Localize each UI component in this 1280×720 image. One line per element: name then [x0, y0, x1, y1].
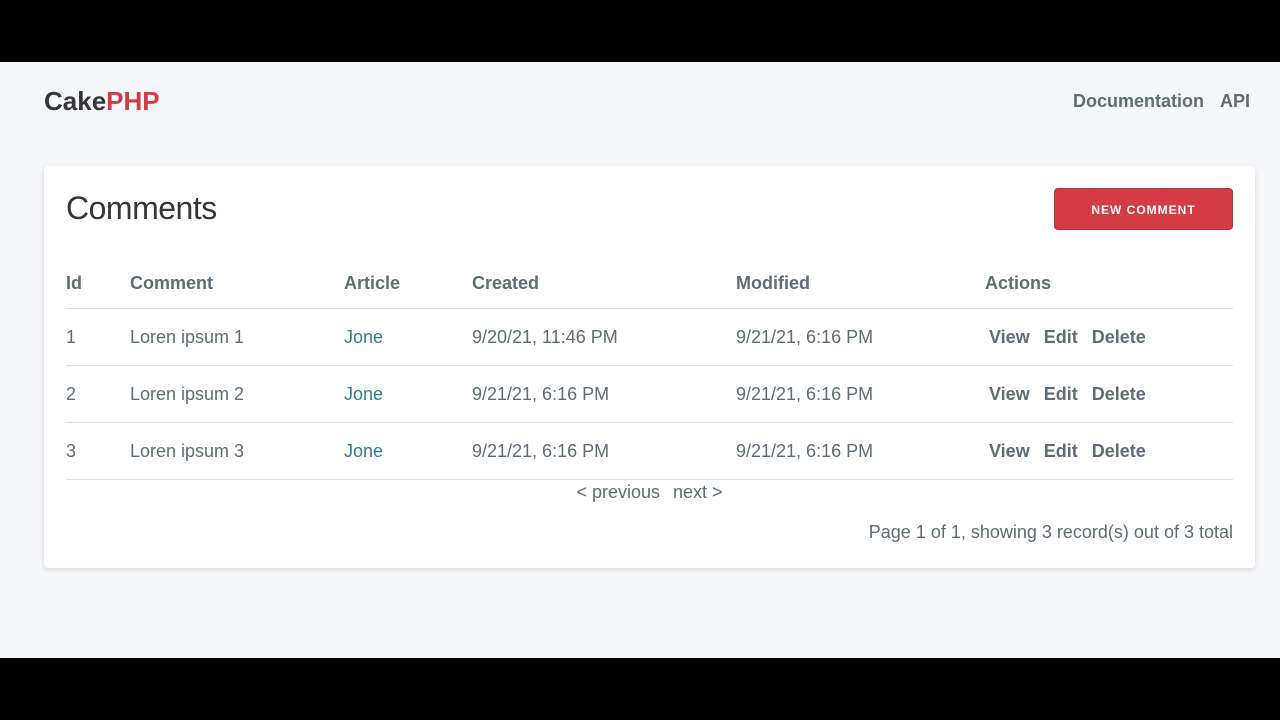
- brand-cake: Cake: [44, 86, 107, 116]
- table-header-row: Id Comment Article Created Modified Acti…: [66, 258, 1233, 309]
- delete-link[interactable]: Delete: [1092, 441, 1146, 461]
- edit-link[interactable]: Edit: [1044, 441, 1078, 461]
- header-id[interactable]: Id: [66, 258, 130, 309]
- cell-modified: 9/21/21, 6:16 PM: [736, 365, 985, 423]
- pagination-info: Page 1 of 1, showing 3 record(s) out of …: [868, 522, 1233, 542]
- article-link[interactable]: Jone: [344, 384, 383, 404]
- delete-link[interactable]: Delete: [1092, 384, 1146, 404]
- brand-php: PHP: [106, 86, 160, 116]
- header-comment[interactable]: Comment: [130, 258, 344, 309]
- previous-page-link[interactable]: < previous: [576, 482, 660, 502]
- pagination: < previous next >: [44, 482, 1255, 503]
- header-actions: Actions: [985, 258, 1233, 309]
- next-page-link[interactable]: next >: [673, 482, 723, 502]
- brand-logo[interactable]: CakePHP: [44, 84, 160, 118]
- view-link[interactable]: View: [989, 441, 1030, 461]
- cell-modified: 9/21/21, 6:16 PM: [736, 422, 985, 480]
- cell-article: Jone: [344, 308, 472, 366]
- view-link[interactable]: View: [989, 327, 1030, 347]
- cell-comment: Loren ipsum 3: [130, 422, 344, 480]
- comments-card: Comments NEW COMMENT Id Comment Article …: [44, 166, 1255, 568]
- delete-link[interactable]: Delete: [1092, 327, 1146, 347]
- table-row: 2 Loren ipsum 2 Jone 9/21/21, 6:16 PM 9/…: [66, 365, 1233, 423]
- cell-actions: View Edit Delete: [985, 365, 1233, 423]
- header-created[interactable]: Created: [472, 258, 736, 309]
- letterbox-bottom: [0, 658, 1280, 720]
- view-link[interactable]: View: [989, 384, 1030, 404]
- article-link[interactable]: Jone: [344, 441, 383, 461]
- comments-table: Id Comment Article Created Modified Acti…: [66, 258, 1233, 480]
- cell-id: 1: [66, 308, 130, 366]
- table-row: 3 Loren ipsum 3 Jone 9/21/21, 6:16 PM 9/…: [66, 422, 1233, 480]
- cell-comment: Loren ipsum 2: [130, 365, 344, 423]
- cell-created: 9/21/21, 6:16 PM: [472, 365, 736, 423]
- documentation-link[interactable]: Documentation: [1073, 84, 1204, 118]
- top-nav: CakePHP Documentation API: [44, 84, 1250, 120]
- new-comment-button[interactable]: NEW COMMENT: [1054, 188, 1233, 230]
- top-links: Documentation API: [1073, 84, 1250, 118]
- header-article[interactable]: Article: [344, 258, 472, 309]
- cell-comment: Loren ipsum 1: [130, 308, 344, 366]
- cell-created: 9/21/21, 6:16 PM: [472, 422, 736, 480]
- api-link[interactable]: API: [1220, 84, 1250, 118]
- article-link[interactable]: Jone: [344, 327, 383, 347]
- cell-article: Jone: [344, 422, 472, 480]
- cell-modified: 9/21/21, 6:16 PM: [736, 308, 985, 366]
- edit-link[interactable]: Edit: [1044, 327, 1078, 347]
- edit-link[interactable]: Edit: [1044, 384, 1078, 404]
- cell-actions: View Edit Delete: [985, 308, 1233, 366]
- page-title: Comments: [66, 190, 217, 226]
- cell-id: 3: [66, 422, 130, 480]
- table-row: 1 Loren ipsum 1 Jone 9/20/21, 11:46 PM 9…: [66, 308, 1233, 366]
- browser-viewport: CakePHP Documentation API Comments NEW C…: [0, 62, 1280, 658]
- letterbox-top: [0, 0, 1280, 62]
- cell-created: 9/20/21, 11:46 PM: [472, 308, 736, 366]
- cell-actions: View Edit Delete: [985, 422, 1233, 480]
- cell-id: 2: [66, 365, 130, 423]
- header-modified[interactable]: Modified: [736, 258, 985, 309]
- cell-article: Jone: [344, 365, 472, 423]
